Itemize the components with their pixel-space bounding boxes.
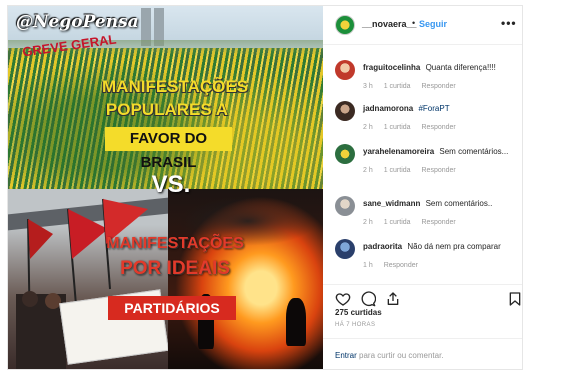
author-username[interactable]: __novaera__ <box>362 19 417 29</box>
commenter-avatar[interactable] <box>335 60 355 80</box>
reply-button[interactable]: Responder <box>422 83 456 90</box>
bookmark-icon[interactable] <box>507 291 523 307</box>
reply-button[interactable]: Responder <box>422 124 456 131</box>
comment-age[interactable]: 1 h <box>363 262 373 269</box>
author-avatar[interactable] <box>335 15 355 35</box>
comment-age[interactable]: 3 h <box>363 83 373 90</box>
comment-likes[interactable]: 1 curtida <box>384 219 411 226</box>
top-title-line1: MANIFESTAÇÕES <box>102 77 249 96</box>
comment-icon[interactable] <box>360 291 376 307</box>
commenter-avatar[interactable] <box>335 239 355 259</box>
comment-likes[interactable]: 1 curtida <box>384 124 411 131</box>
comment-text: Sem comentários... <box>439 147 509 156</box>
comment-username[interactable]: fraguitocelinha <box>363 63 420 72</box>
post-image[interactable]: @NegoPensa MANIFESTAÇÕES POPULARES A FAV… <box>8 6 323 369</box>
post-header: __novaera__ • Seguir ••• <box>323 6 522 45</box>
bottom-title-line1: MANIFESTAÇÕES <box>106 235 244 252</box>
comment-username[interactable]: yarahelenamoreira <box>363 147 434 156</box>
post-sidebar: __novaera__ • Seguir ••• fraguitocelinha… <box>323 6 522 369</box>
vs-label: VS. <box>151 171 191 198</box>
instagram-post: @NegoPensa MANIFESTAÇÕES POPULARES A FAV… <box>7 5 523 370</box>
login-link[interactable]: Entrar <box>335 351 357 360</box>
bottom-title-line2: POR IDEAIS <box>120 258 230 279</box>
post-time: HÁ 7 HORAS <box>335 322 376 328</box>
comment-text: Não dá nem pra comparar <box>407 242 501 251</box>
action-bar <box>323 284 523 307</box>
ellipsis-icon[interactable]: ••• <box>501 16 517 30</box>
share-icon[interactable] <box>385 291 401 307</box>
comment-age[interactable]: 2 h <box>363 219 373 226</box>
likes-count[interactable]: 275 curtidas <box>335 308 382 317</box>
comment-username[interactable]: sane_widmann <box>363 199 420 208</box>
comment-likes[interactable]: 1 curtida <box>384 83 411 90</box>
reply-button[interactable]: Responder <box>422 219 456 226</box>
commenter-avatar[interactable] <box>335 101 355 121</box>
commenter-avatar[interactable] <box>335 144 355 164</box>
comment-username[interactable]: padraorita <box>363 242 402 251</box>
comment-likes[interactable]: 1 curtida <box>384 167 411 174</box>
bottom-title-band: PARTIDÁRIOS <box>108 296 236 320</box>
separator: • <box>412 18 416 28</box>
comment-text: Sem comentários.. <box>425 199 493 208</box>
comment-hashtag[interactable]: #ForaPT <box>418 104 449 113</box>
login-prompt-text: para curtir ou comentar. <box>359 351 444 360</box>
top-title-line2: POPULARES A <box>105 100 229 119</box>
comment-age[interactable]: 2 h <box>363 167 373 174</box>
person-silhouette <box>286 298 306 346</box>
follow-button[interactable]: Seguir <box>419 19 447 29</box>
comment-username[interactable]: jadnamorona <box>363 104 413 113</box>
reply-button[interactable]: Responder <box>384 262 418 269</box>
comment-login-bar: Entrar para curtir ou comentar. <box>323 338 522 369</box>
comment-text: Quanta diferença!!!! <box>425 63 496 72</box>
watermark: @NegoPensa <box>16 12 139 32</box>
top-title-band: FAVOR DO BRASIL <box>105 127 232 171</box>
reply-button[interactable]: Responder <box>422 167 456 174</box>
heart-icon[interactable] <box>335 291 351 307</box>
comment-age[interactable]: 2 h <box>363 124 373 131</box>
commenter-avatar[interactable] <box>335 196 355 216</box>
